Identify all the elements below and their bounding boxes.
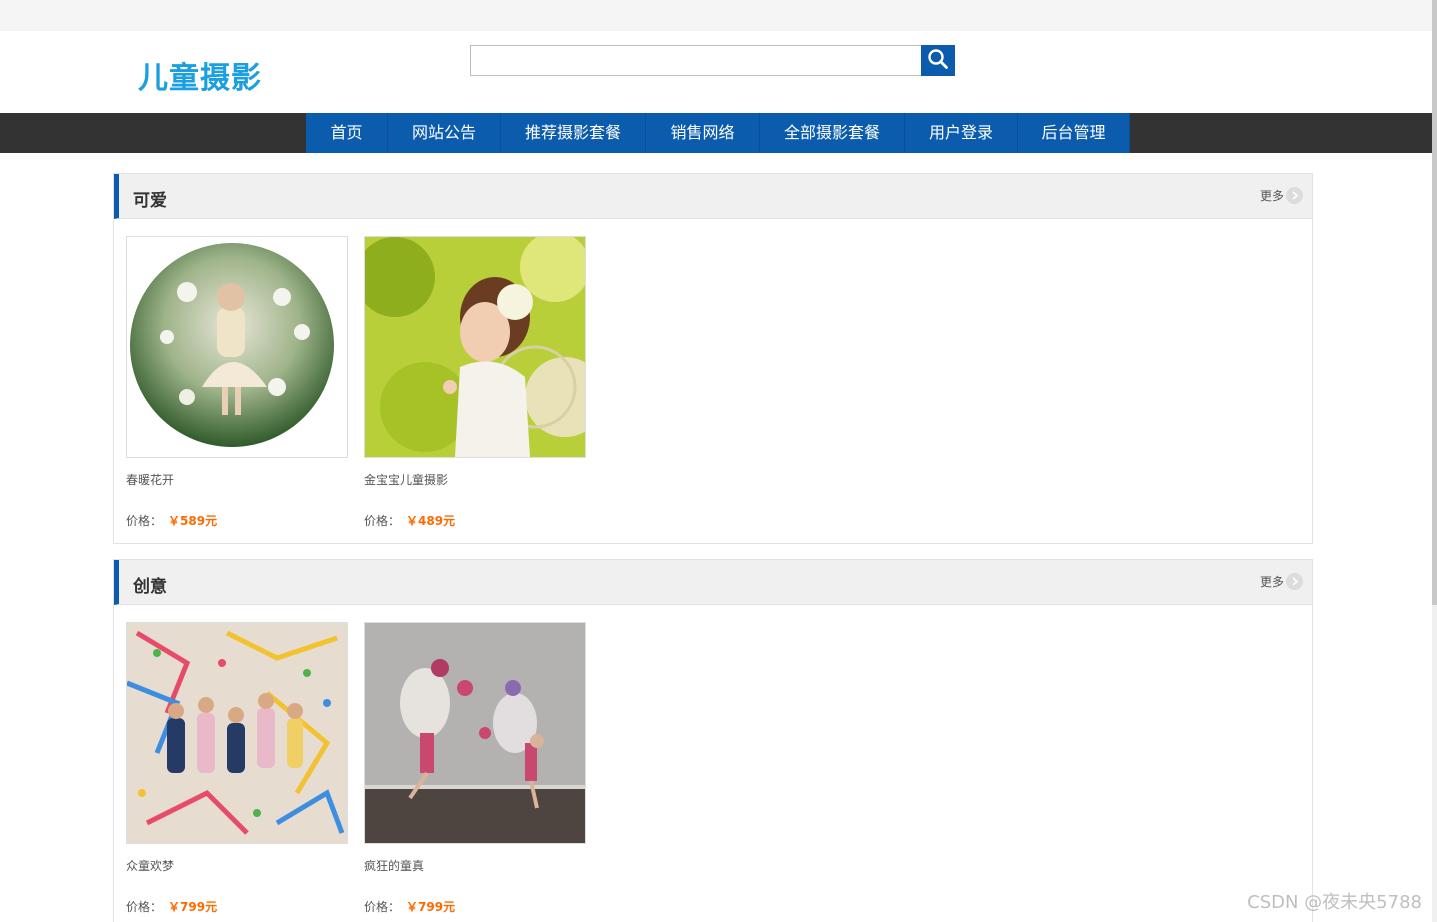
product-name[interactable]: 疯狂的童真 [364,857,586,874]
price-value: ￥589元 [168,514,218,528]
price-value: ￥799元 [406,900,456,914]
section-header: 可爱 更多 [114,174,1312,219]
product-name[interactable]: 春暖花开 [126,471,348,488]
product-price: 价格： ￥799元 [126,898,348,915]
product-name[interactable]: 众童欢梦 [126,857,348,874]
scrollbar-thumb[interactable] [1432,0,1437,605]
product-image[interactable] [126,622,348,844]
section-header: 创意 更多 [114,560,1312,605]
product-card[interactable]: 众童欢梦 价格： ￥799元 [126,622,348,915]
product-section-creative: 创意 更多 众童欢梦 价格： ￥799元 疯狂的童真 价格： ￥799元 [113,559,1313,922]
product-image[interactable] [364,236,586,458]
price-label: 价格： [364,514,401,528]
price-label: 价格： [364,900,401,914]
search-button[interactable] [921,45,955,76]
section-title: 可爱 [133,191,167,211]
price-value: ￥799元 [168,900,218,914]
price-value: ￥489元 [406,514,456,528]
section-title: 创意 [133,577,167,597]
nav-item-all-packages[interactable]: 全部摄影套餐 [760,113,905,153]
product-price: 价格： ￥589元 [126,512,348,529]
product-image[interactable] [126,236,348,458]
product-image[interactable] [364,622,586,844]
nav-item-recommended-packages[interactable]: 推荐摄影套餐 [501,113,646,153]
more-link[interactable]: 更多 [1260,187,1303,204]
product-section-cute: 可爱 更多 春暖花开 价格： ￥589元 金宝宝儿童摄影 价格： ￥489元 [113,173,1313,544]
top-strip [0,0,1437,31]
nav-item-sales-network[interactable]: 销售网络 [646,113,760,153]
more-label: 更多 [1259,189,1284,203]
product-card[interactable]: 金宝宝儿童摄影 价格： ￥489元 [364,236,586,529]
navbar: 首页 网站公告 推荐摄影套餐 销售网络 全部摄影套餐 用户登录 后台管理 [0,113,1432,153]
watermark: CSDN @夜未央5788 [1247,892,1422,913]
price-label: 价格： [126,900,163,914]
main-nav: 首页 网站公告 推荐摄影套餐 销售网络 全部摄影套餐 用户登录 后台管理 [306,113,1130,153]
product-card[interactable]: 疯狂的童真 价格： ￥799元 [364,622,586,915]
scrollbar[interactable] [1432,0,1437,922]
product-price: 价格： ￥799元 [364,898,586,915]
more-link[interactable]: 更多 [1260,573,1303,590]
nav-item-home[interactable]: 首页 [306,113,388,153]
site-logo[interactable]: 儿童摄影 [138,53,262,97]
nav-item-announcements[interactable]: 网站公告 [388,113,501,153]
search-icon [927,48,949,73]
product-name[interactable]: 金宝宝儿童摄影 [364,471,586,488]
price-label: 价格： [126,514,163,528]
product-card[interactable]: 春暖花开 价格： ￥589元 [126,236,348,529]
nav-item-admin[interactable]: 后台管理 [1018,113,1130,153]
search-input[interactable] [470,45,922,76]
nav-item-user-login[interactable]: 用户登录 [905,113,1018,153]
more-label: 更多 [1259,575,1284,589]
chevron-right-icon [1286,573,1303,590]
product-price: 价格： ￥489元 [364,512,586,529]
chevron-right-icon [1286,187,1303,204]
